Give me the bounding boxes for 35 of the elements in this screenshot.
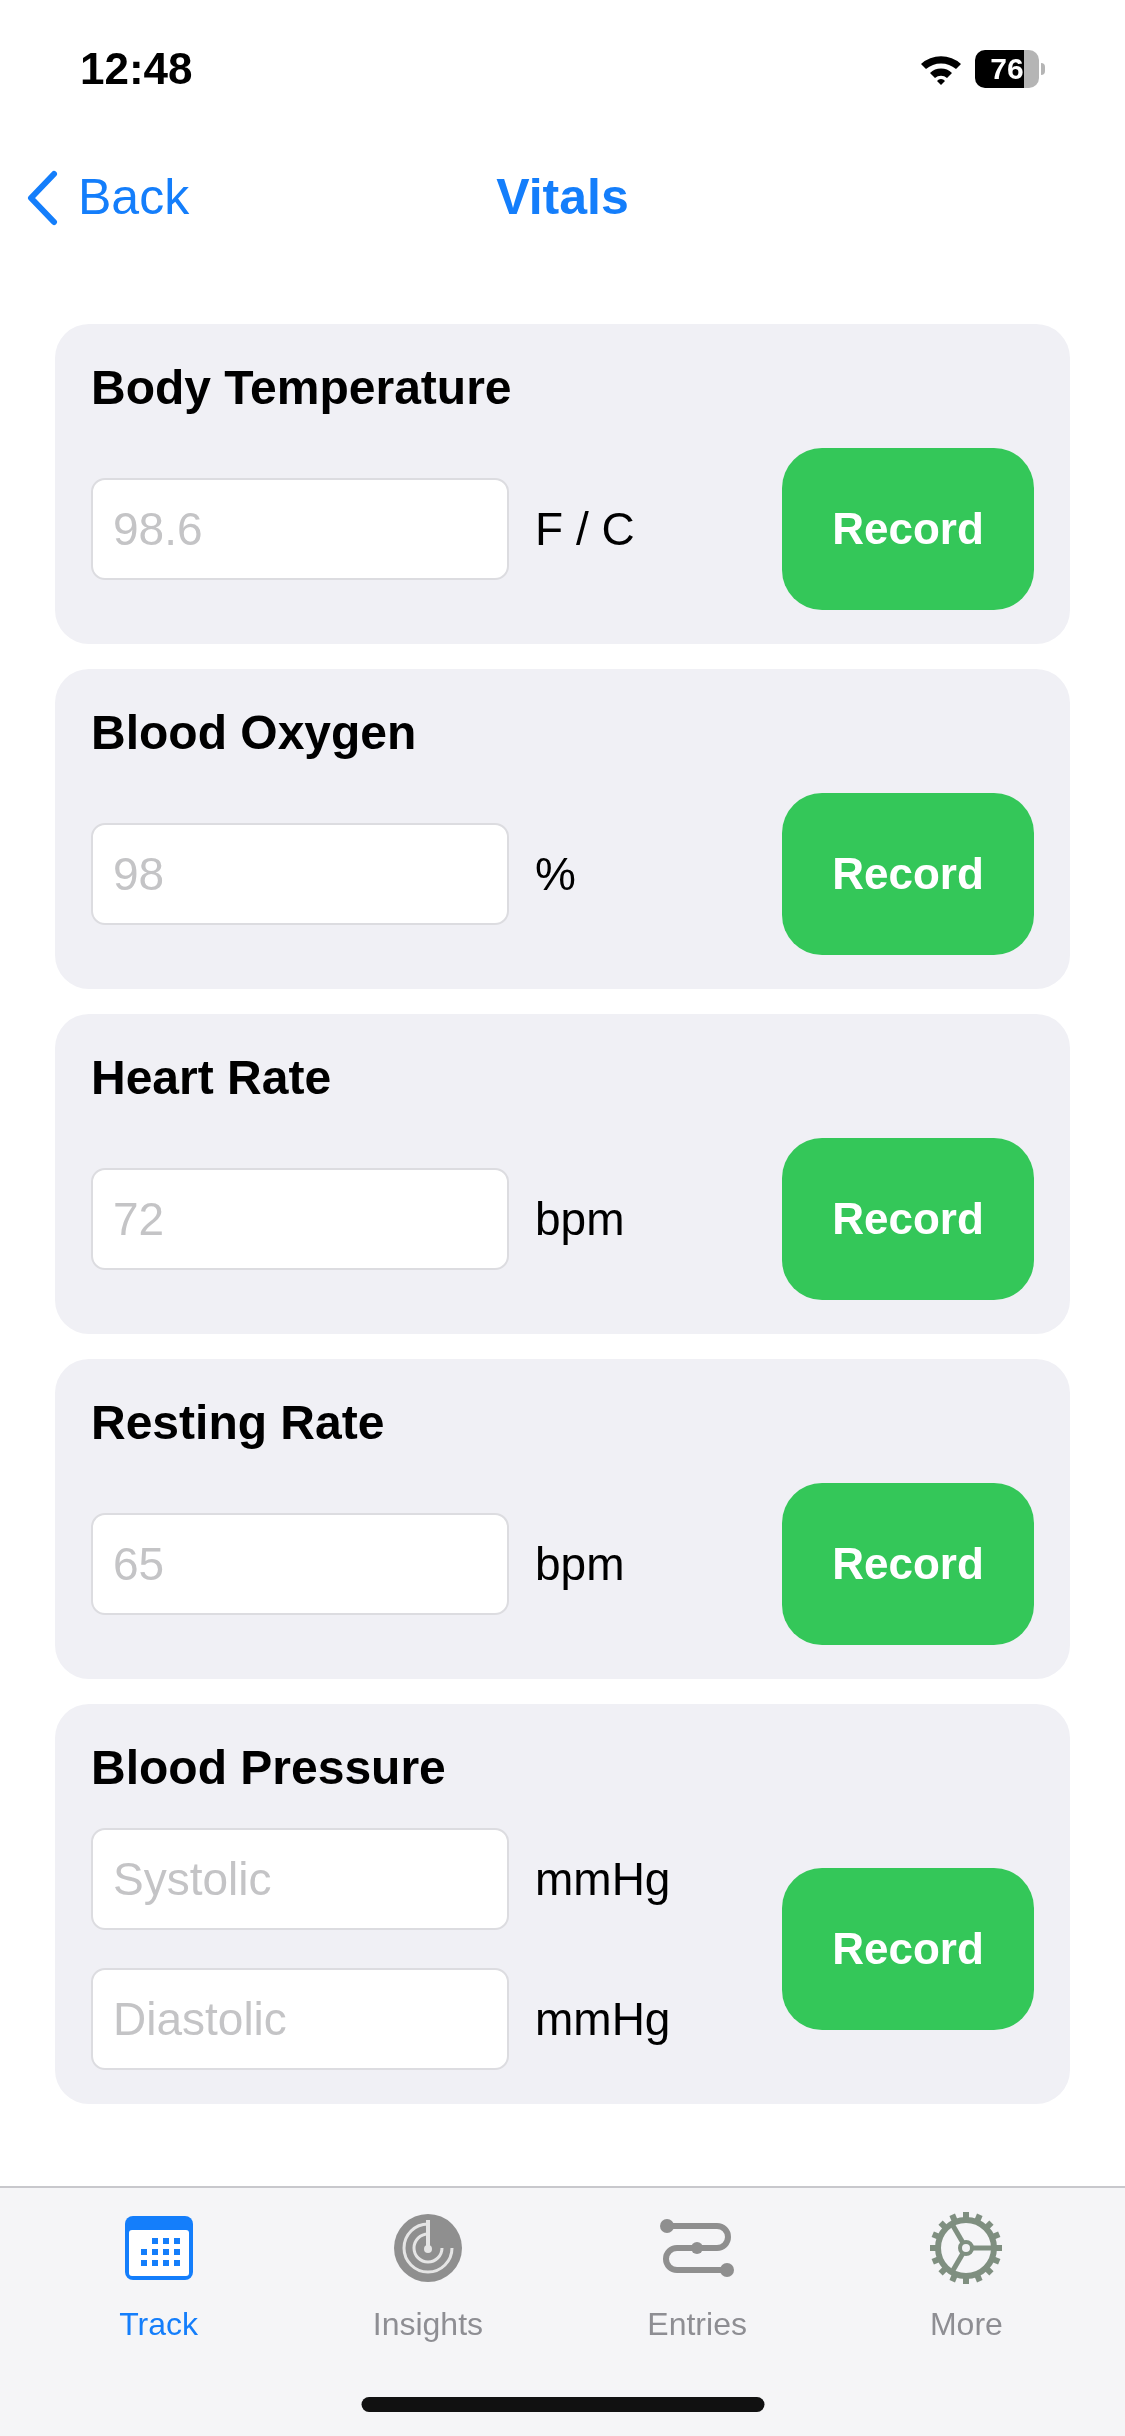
back-button[interactable]: Back xyxy=(26,160,190,235)
input-field[interactable]: Systolic xyxy=(91,1828,509,1930)
card-title: Heart Rate xyxy=(91,1050,333,1106)
page-title: Vitals xyxy=(496,168,629,227)
record-button[interactable]: Record xyxy=(782,1138,1034,1300)
tab-item[interactable]: Entries xyxy=(562,2210,832,2348)
unit-label: % xyxy=(535,846,576,902)
input-field[interactable]: 98.6 xyxy=(91,478,509,580)
gear-icon xyxy=(929,2211,1004,2285)
card-title: Resting Rate xyxy=(91,1395,386,1451)
tab-item[interactable]: More xyxy=(831,2210,1101,2348)
gauge-icon xyxy=(391,2212,464,2284)
record-button[interactable]: Record xyxy=(782,793,1034,955)
tab-item[interactable]: Track xyxy=(24,2210,294,2348)
unit-label: F / C xyxy=(535,501,635,557)
unit-label: bpm xyxy=(535,1191,625,1247)
tab-item[interactable]: Insights xyxy=(293,2210,563,2348)
unit-label: mmHg xyxy=(535,1851,671,1907)
input-field[interactable]: 72 xyxy=(91,1168,509,1270)
unit-label: mmHg xyxy=(535,1991,671,2047)
card-title: Blood Pressure xyxy=(91,1740,447,1796)
record-button[interactable]: Record xyxy=(782,1483,1034,1645)
record-button[interactable]: Record xyxy=(782,1868,1034,2030)
card-title: Body Temperature xyxy=(91,360,513,416)
input-field[interactable]: 98 xyxy=(91,823,509,925)
route-icon xyxy=(659,2218,736,2278)
chevron-left-icon xyxy=(26,169,58,226)
battery-level: 76 xyxy=(990,53,1024,84)
record-button[interactable]: Record xyxy=(782,448,1034,610)
input-field[interactable]: Diastolic xyxy=(91,1968,509,2070)
card-title: Blood Oxygen xyxy=(91,705,418,761)
status-time: 12:48 xyxy=(80,42,193,95)
input-field[interactable]: 65 xyxy=(91,1513,509,1615)
unit-label: bpm xyxy=(535,1536,625,1592)
calendar-icon xyxy=(122,2214,195,2282)
